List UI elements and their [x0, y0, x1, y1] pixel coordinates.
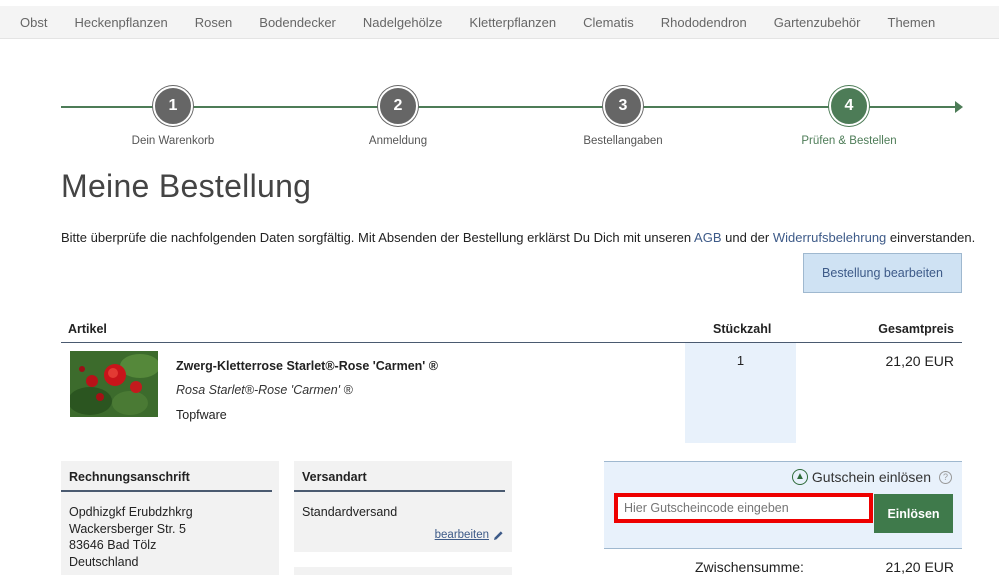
- billing-address-line: 83646 Bad Tölz: [69, 538, 157, 552]
- nav-item-bodendecker[interactable]: Bodendecker: [259, 15, 336, 30]
- voucher-title: Gutschein einlösen: [811, 469, 931, 485]
- step-order-details: 3 Bestellangaben: [553, 86, 693, 147]
- voucher-panel: ▲ Gutschein einlösen ? Einlösen: [604, 461, 962, 549]
- column-header-article: Artikel: [68, 322, 107, 336]
- step-label: Anmeldung: [368, 135, 428, 147]
- billing-address-line: Wackersberger Str. 5: [69, 521, 186, 536]
- voucher-toggle[interactable]: ▲ Gutschein einlösen ?: [791, 469, 952, 485]
- step-number: 2: [378, 86, 418, 126]
- voucher-code-input[interactable]: [614, 493, 873, 523]
- intro-text-part: und der: [721, 230, 773, 245]
- help-icon[interactable]: ?: [939, 470, 952, 484]
- billing-address-title: Rechnungsanschrift: [61, 461, 272, 492]
- agb-link[interactable]: AGB: [694, 230, 721, 245]
- nav-item-themen[interactable]: Themen: [888, 15, 936, 30]
- step-number: 1: [153, 86, 193, 126]
- shipping-method-title: Versandart: [294, 461, 505, 492]
- intro-text: Bitte überprüfe die nachfolgenden Daten …: [61, 230, 975, 245]
- product-total-price: 21,20 EUR: [885, 353, 954, 369]
- step-label: Dein Warenkorb: [131, 135, 215, 147]
- step-login: 2 Anmeldung: [328, 86, 468, 147]
- nav-item-rosen[interactable]: Rosen: [195, 15, 233, 30]
- shipping-method-box: Versandart Standardversand bearbeiten: [294, 461, 512, 552]
- nav-item-obst[interactable]: Obst: [20, 15, 47, 30]
- edit-order-button[interactable]: Bestellung bearbeiten: [803, 253, 962, 293]
- redeem-voucher-button[interactable]: Einlösen: [874, 494, 953, 533]
- nav-item-rhododendron[interactable]: Rhododendron: [661, 15, 747, 30]
- subtotal-value: 21,20 EUR: [885, 559, 954, 575]
- subtotal-label: Zwischensumme:: [695, 559, 804, 575]
- chevron-up-icon: ▲: [791, 469, 808, 485]
- step-label: Bestellangaben: [583, 135, 663, 147]
- shipping-method-value: Standardversand: [302, 505, 398, 519]
- payment-method-box: [294, 567, 512, 575]
- page-title: Meine Bestellung: [61, 168, 312, 204]
- checkout-progress: 1 Dein Warenkorb 2 Anmeldung 3 Bestellan…: [61, 86, 963, 156]
- table-header-divider: [61, 342, 962, 343]
- nav-item-heckenpflanzen[interactable]: Heckenpflanzen: [74, 15, 167, 30]
- intro-text-part: einverstanden.: [886, 230, 976, 245]
- step-review-order: 4 Prüfen & Bestellen: [779, 86, 919, 147]
- billing-address-body: Opdhizgkf Erubdzhkrg Wackersberger Str. …: [61, 492, 279, 570]
- billing-address-line: Opdhizgkf Erubdzhkrg: [69, 505, 193, 519]
- product-image[interactable]: [70, 351, 158, 417]
- product-name[interactable]: Zwerg-Kletterrose Starlet®-Rose 'Carmen'…: [176, 359, 438, 373]
- nav-item-clematis[interactable]: Clematis: [583, 15, 634, 30]
- product-quantity: 1: [685, 343, 796, 443]
- billing-address-box: Rechnungsanschrift Opdhizgkf Erubdzhkrg …: [61, 461, 279, 575]
- shipping-edit-label: bearbeiten: [434, 529, 489, 541]
- step-number: 3: [603, 86, 643, 126]
- intro-text-part: Bitte überprüfe die nachfolgenden Daten …: [61, 230, 695, 245]
- top-navigation: Obst Heckenpflanzen Rosen Bodendecker Na…: [0, 6, 999, 39]
- product-latin-name: Rosa Starlet®-Rose 'Carmen' ®: [176, 383, 353, 397]
- progress-arrow-icon: [955, 101, 963, 113]
- withdrawal-link[interactable]: Widerrufsbelehrung: [773, 230, 886, 245]
- step-cart: 1 Dein Warenkorb: [103, 86, 243, 147]
- step-number: 4: [829, 86, 869, 126]
- column-header-total: Gesamtpreis: [878, 322, 954, 336]
- step-label: Prüfen & Bestellen: [801, 135, 897, 147]
- billing-address-line: Deutschland: [69, 554, 139, 569]
- nav-item-gartenzubehoer[interactable]: Gartenzubehör: [774, 15, 861, 30]
- pencil-icon: [494, 530, 503, 540]
- rose-image-icon: [70, 351, 158, 417]
- shipping-edit-link[interactable]: bearbeiten: [435, 529, 504, 541]
- column-header-quantity: Stückzahl: [713, 322, 772, 336]
- product-pot-type: Topfware: [176, 408, 227, 422]
- nav-item-kletterpflanzen[interactable]: Kletterpflanzen: [469, 15, 556, 30]
- nav-item-nadelgehoelze[interactable]: Nadelgehölze: [363, 15, 443, 30]
